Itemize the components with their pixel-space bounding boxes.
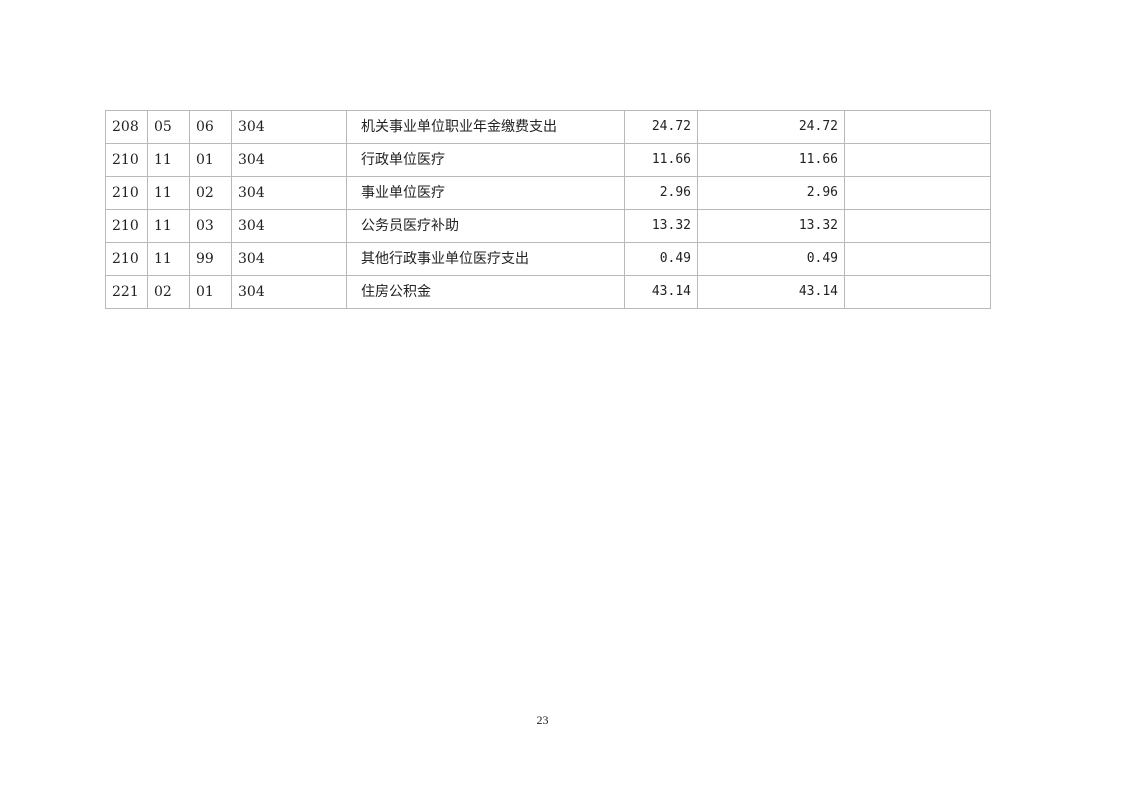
basic-amount-cell: 0.49 — [697, 242, 845, 276]
econ-code-cell: 304 — [231, 143, 347, 177]
subitem-code-cell: 01 — [189, 275, 232, 309]
item-name-cell: 事业单位医疗 — [346, 176, 625, 210]
econ-code-cell: 304 — [231, 275, 347, 309]
project-amount-cell — [844, 143, 991, 177]
class-code-cell: 221 — [105, 275, 148, 309]
amount-cell: 24.72 — [624, 110, 698, 144]
item-code-cell: 11 — [147, 209, 190, 243]
amount-cell: 11.66 — [624, 143, 698, 177]
basic-amount-cell: 11.66 — [697, 143, 845, 177]
item-name-cell: 公务员医疗补助 — [346, 209, 625, 243]
item-code-cell: 11 — [147, 143, 190, 177]
amount-cell: 43.14 — [624, 275, 698, 309]
basic-amount-cell: 2.96 — [697, 176, 845, 210]
econ-code-cell: 304 — [231, 209, 347, 243]
table-row: 210 11 02 304 事业单位医疗 2.96 2.96 — [105, 176, 991, 210]
econ-code-cell: 304 — [231, 110, 347, 144]
basic-amount-cell: 43.14 — [697, 275, 845, 309]
basic-amount-cell: 13.32 — [697, 209, 845, 243]
class-code-cell: 208 — [105, 110, 148, 144]
item-name-cell: 机关事业单位职业年金缴费支出 — [346, 110, 625, 144]
page-number: 23 — [536, 713, 549, 727]
item-code-cell: 02 — [147, 275, 190, 309]
amount-cell: 2.96 — [624, 176, 698, 210]
subitem-code-cell: 99 — [189, 242, 232, 276]
project-amount-cell — [844, 176, 991, 210]
class-code-cell: 210 — [105, 143, 148, 177]
table-row: 208 05 06 304 机关事业单位职业年金缴费支出 24.72 24.72 — [105, 110, 991, 144]
econ-code-cell: 304 — [231, 242, 347, 276]
item-name-cell: 其他行政事业单位医疗支出 — [346, 242, 625, 276]
class-code-cell: 210 — [105, 242, 148, 276]
subitem-code-cell: 02 — [189, 176, 232, 210]
amount-cell: 0.49 — [624, 242, 698, 276]
econ-code-cell: 304 — [231, 176, 347, 210]
project-amount-cell — [844, 209, 991, 243]
item-name-cell: 行政单位医疗 — [346, 143, 625, 177]
project-amount-cell — [844, 110, 991, 144]
class-code-cell: 210 — [105, 209, 148, 243]
subitem-code-cell: 03 — [189, 209, 232, 243]
project-amount-cell — [844, 242, 991, 276]
subitem-code-cell: 01 — [189, 143, 232, 177]
item-code-cell: 05 — [147, 110, 190, 144]
table-row: 221 02 01 304 住房公积金 43.14 43.14 — [105, 275, 991, 309]
item-code-cell: 11 — [147, 176, 190, 210]
budget-table: 208 05 06 304 机关事业单位职业年金缴费支出 24.72 24.72… — [105, 110, 991, 309]
table-row: 210 11 01 304 行政单位医疗 11.66 11.66 — [105, 143, 991, 177]
project-amount-cell — [844, 275, 991, 309]
amount-cell: 13.32 — [624, 209, 698, 243]
table-row: 210 11 03 304 公务员医疗补助 13.32 13.32 — [105, 209, 991, 243]
item-name-cell: 住房公积金 — [346, 275, 625, 309]
class-code-cell: 210 — [105, 176, 148, 210]
table-row: 210 11 99 304 其他行政事业单位医疗支出 0.49 0.49 — [105, 242, 991, 276]
subitem-code-cell: 06 — [189, 110, 232, 144]
item-code-cell: 11 — [147, 242, 190, 276]
basic-amount-cell: 24.72 — [697, 110, 845, 144]
